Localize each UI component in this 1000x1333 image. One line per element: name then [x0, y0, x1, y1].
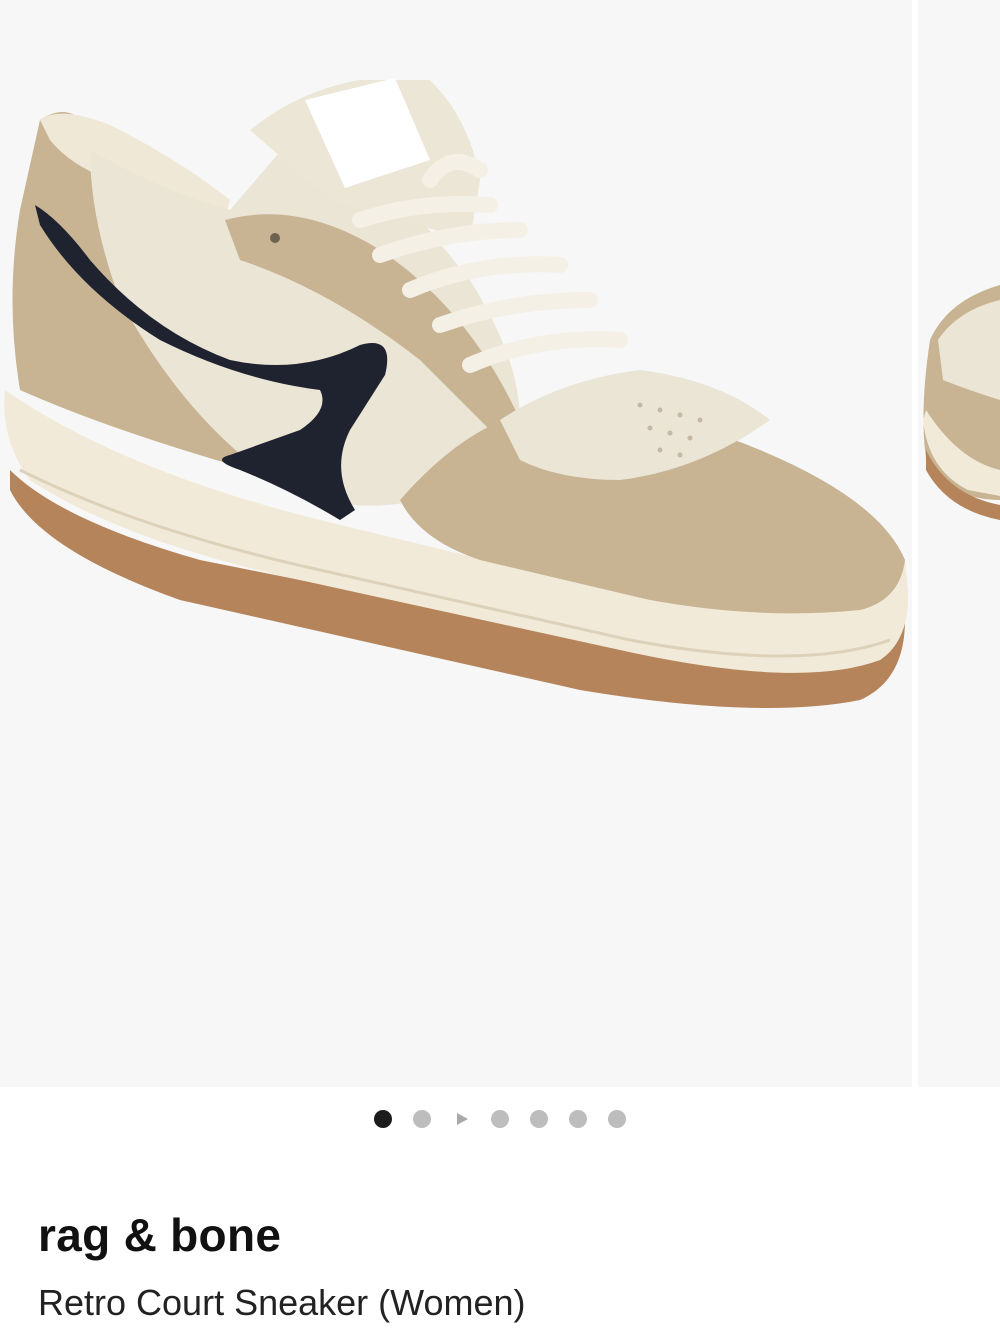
gallery-pagination — [0, 1103, 1000, 1135]
gallery-dot-1[interactable] — [374, 1110, 392, 1128]
product-page: rag & bone Retro Court Sneaker (Women) — [0, 0, 1000, 1333]
gallery-video-dot[interactable] — [452, 1110, 470, 1128]
gallery-dot-5[interactable] — [530, 1110, 548, 1128]
product-image-next-peek[interactable] — [918, 0, 1000, 1087]
sneaker-image — [4, 78, 909, 708]
gallery-dot-6[interactable] — [569, 1110, 587, 1128]
product-image-main[interactable] — [0, 0, 912, 1087]
play-icon — [457, 1113, 468, 1125]
product-brand[interactable]: rag & bone — [38, 1210, 281, 1261]
product-image-gallery[interactable] — [0, 0, 1000, 1087]
sneaker-image-next — [923, 285, 1000, 520]
gallery-dot-4[interactable] — [491, 1110, 509, 1128]
gallery-dot-7[interactable] — [608, 1110, 626, 1128]
gallery-dot-2[interactable] — [413, 1110, 431, 1128]
product-title: Retro Court Sneaker (Women) — [38, 1282, 526, 1323]
